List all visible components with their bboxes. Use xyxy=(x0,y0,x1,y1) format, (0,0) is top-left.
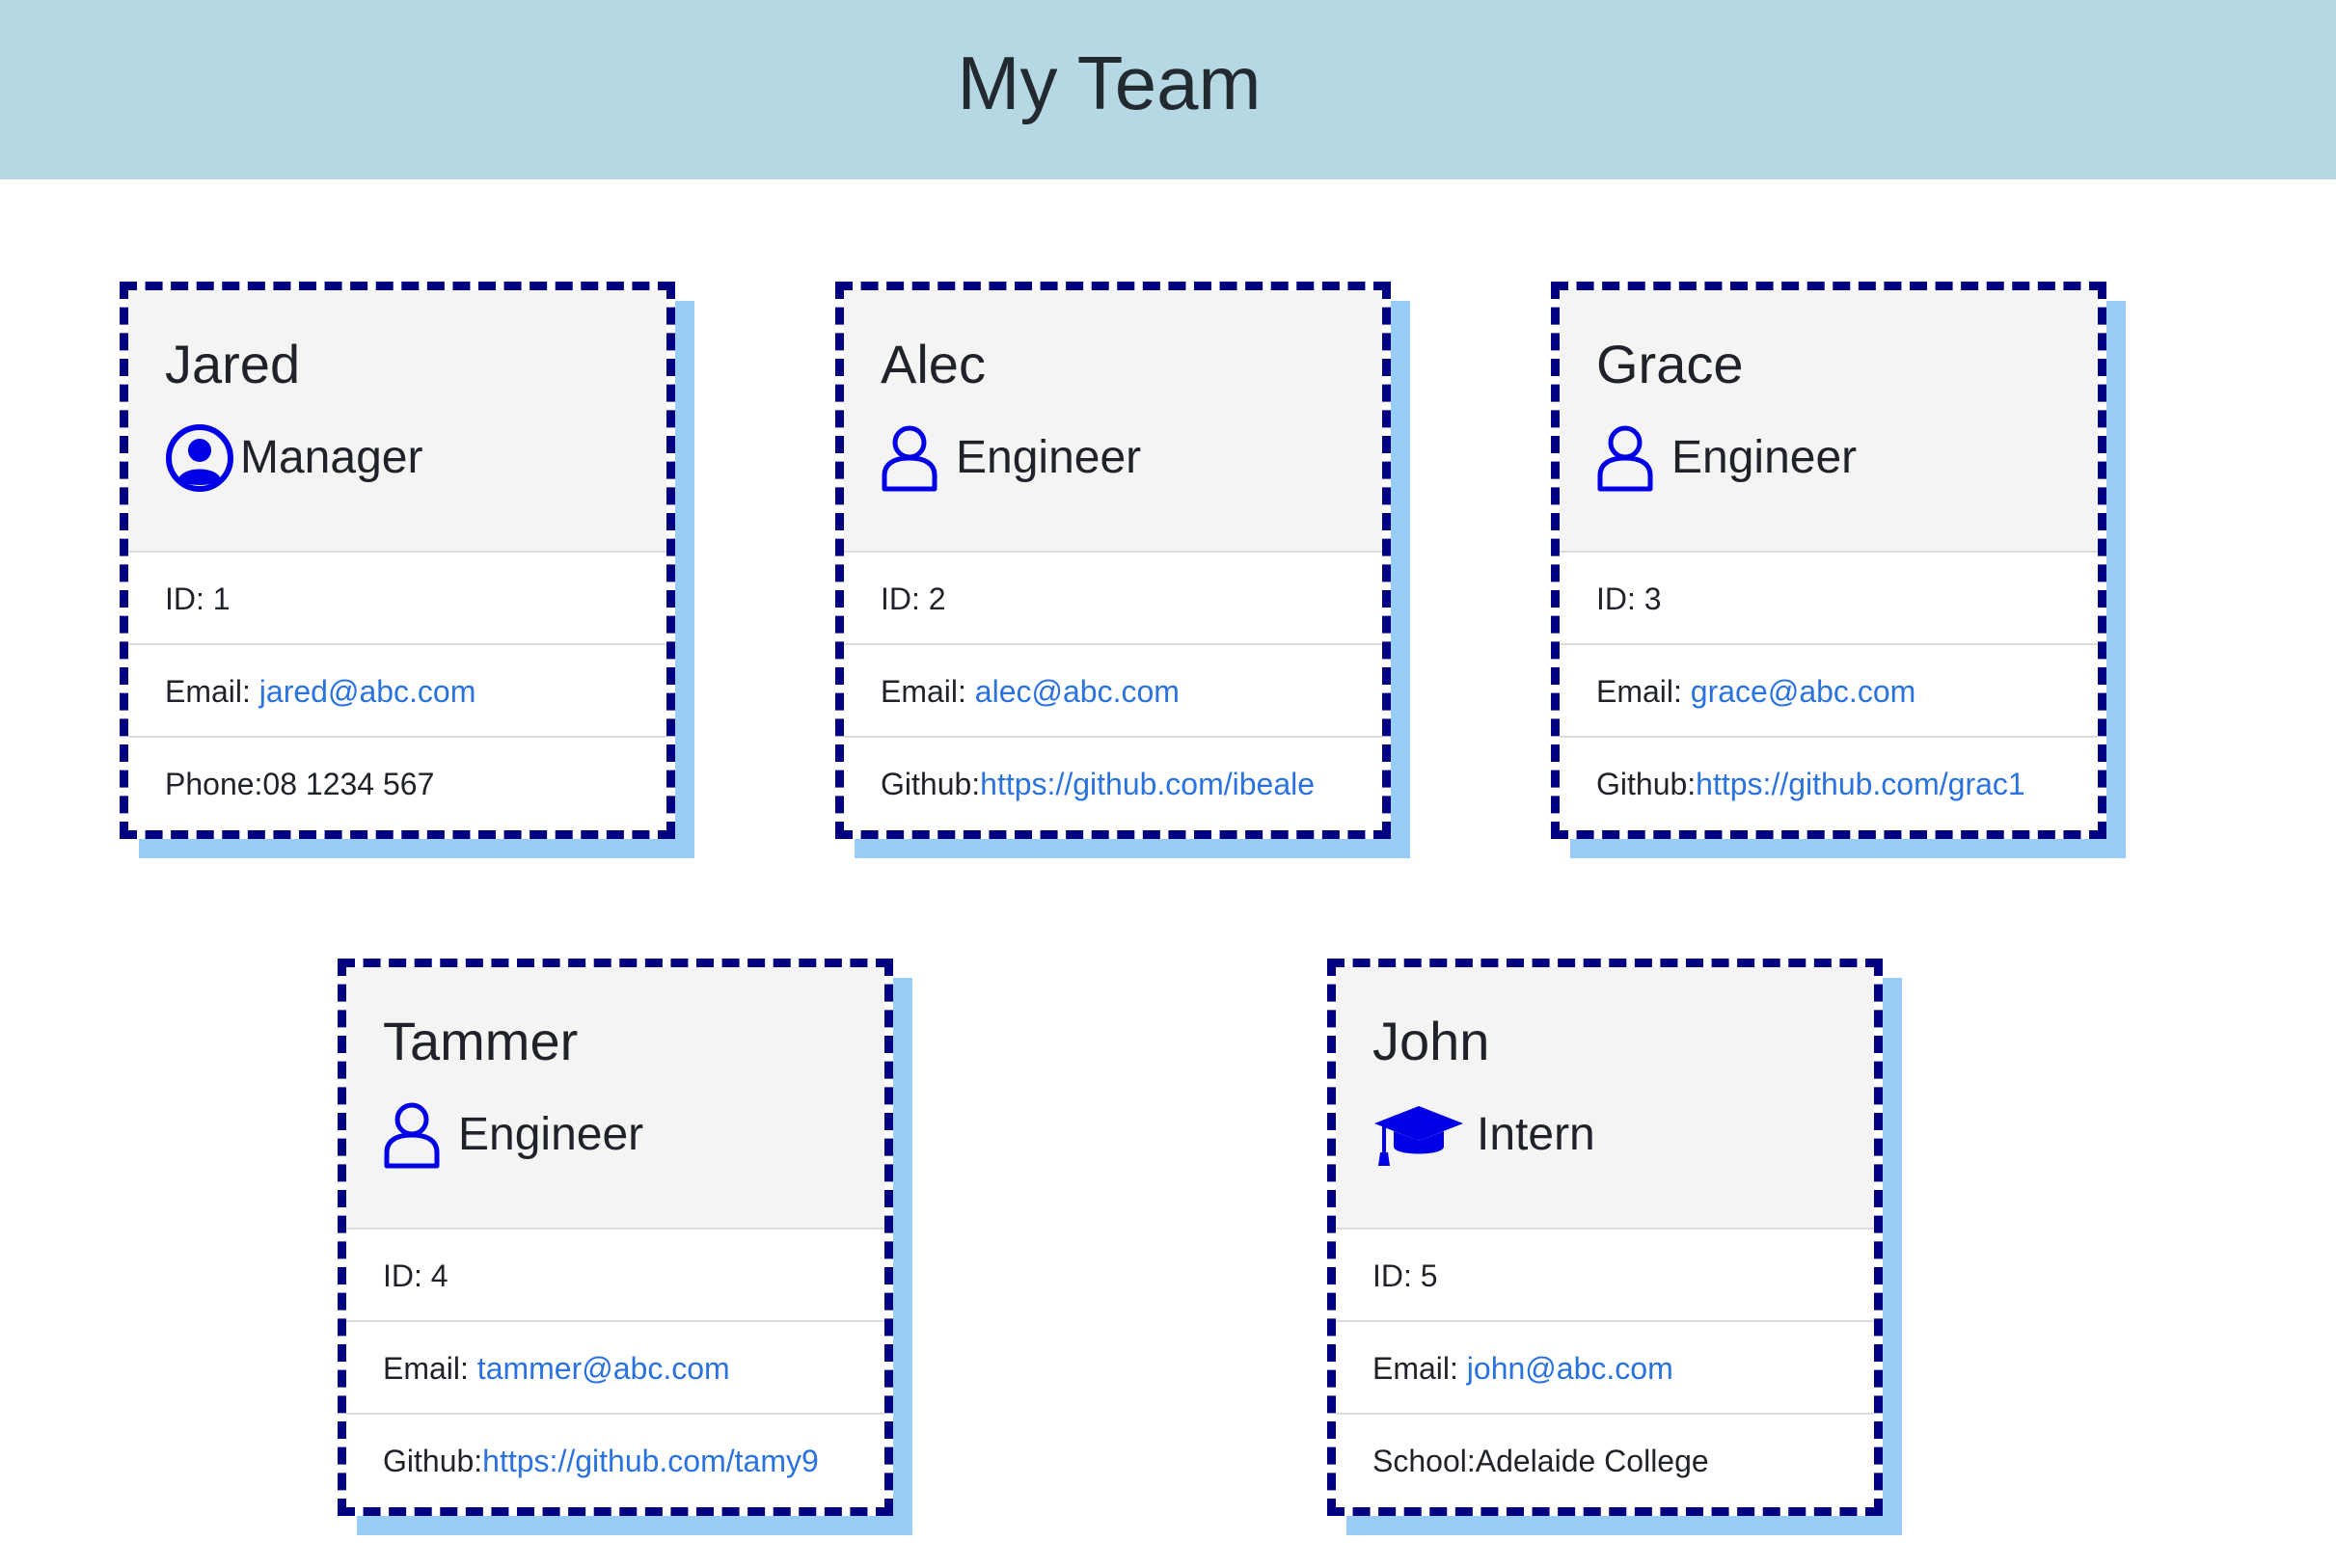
employee-name: Jared xyxy=(165,334,301,394)
user-circle-icon xyxy=(165,423,234,493)
role-label: Engineer xyxy=(458,1109,644,1160)
github-row: Github:https://github.com/tamy9 xyxy=(346,1415,884,1507)
employee-role: Engineer xyxy=(881,419,1382,497)
user-outline-icon xyxy=(881,423,950,493)
github-row: Github:https://github.com/grac1 xyxy=(1560,738,2098,830)
email-label: Email: xyxy=(1596,674,1691,709)
school-label: School: xyxy=(1372,1444,1476,1478)
github-label: Github: xyxy=(383,1444,483,1478)
email-label: Email: xyxy=(383,1351,477,1386)
school-value: Adelaide College xyxy=(1475,1444,1709,1478)
id-row: ID: 2 xyxy=(844,553,1382,645)
employee-card-grace: Grace Engineer ID: 3 Email: grace@abc.co… xyxy=(1551,282,2106,839)
github-label: Github: xyxy=(881,767,981,801)
employee-role: Manager xyxy=(165,419,666,497)
employee-role: Intern xyxy=(1372,1096,1874,1174)
employee-name: Alec xyxy=(881,334,986,394)
phone-label: Phone: xyxy=(165,767,263,801)
page-title: My Team xyxy=(957,41,1262,125)
email-row: Email: grace@abc.com xyxy=(1560,645,2098,738)
github-label: Github: xyxy=(1596,767,1697,801)
id-row: ID: 5 xyxy=(1336,1230,1874,1322)
employee-card-jared: Jared Manager ID: 1 Email: jared@abc.com… xyxy=(120,282,675,839)
graduation-cap-icon xyxy=(1372,1100,1465,1170)
github-link[interactable]: https://github.com/ibeale xyxy=(980,767,1315,801)
id-text: ID: 2 xyxy=(881,581,946,616)
id-text: ID: 1 xyxy=(165,581,231,616)
employee-card-tammer: Tammer Engineer ID: 4 Email: tammer@abc.… xyxy=(338,959,893,1516)
email-link[interactable]: jared@abc.com xyxy=(259,674,476,709)
employee-role: Engineer xyxy=(383,1096,884,1174)
id-text: ID: 4 xyxy=(383,1258,448,1293)
email-link[interactable]: john@abc.com xyxy=(1467,1351,1673,1386)
email-row: Email: john@abc.com xyxy=(1336,1322,1874,1415)
employee-card-john: John Intern ID: 5 Email: john@abc.com Sc… xyxy=(1327,959,1883,1516)
phone-value: 08 1234 567 xyxy=(262,767,435,801)
school-row: School:Adelaide College xyxy=(1336,1415,1874,1507)
phone-row: Phone:08 1234 567 xyxy=(128,738,666,830)
card-header: John Intern xyxy=(1336,967,1874,1230)
employee-name: Tammer xyxy=(383,1011,579,1071)
employee-name: John xyxy=(1372,1011,1490,1071)
employee-card-alec: Alec Engineer ID: 2 Email: alec@abc.com … xyxy=(835,282,1391,839)
email-label: Email: xyxy=(881,674,975,709)
role-label: Engineer xyxy=(956,432,1142,483)
id-text: ID: 5 xyxy=(1372,1258,1438,1293)
page-header: My Team xyxy=(0,0,2336,179)
card-header: Jared Manager xyxy=(128,290,666,553)
email-row: Email: tammer@abc.com xyxy=(346,1322,884,1415)
employee-name: Grace xyxy=(1596,334,1744,394)
github-row: Github:https://github.com/ibeale xyxy=(844,738,1382,830)
id-row: ID: 4 xyxy=(346,1230,884,1322)
email-link[interactable]: grace@abc.com xyxy=(1691,674,1915,709)
user-outline-icon xyxy=(1596,423,1666,493)
id-text: ID: 3 xyxy=(1596,581,1662,616)
role-label: Intern xyxy=(1477,1109,1595,1160)
email-row: Email: alec@abc.com xyxy=(844,645,1382,738)
id-row: ID: 1 xyxy=(128,553,666,645)
card-header: Grace Engineer xyxy=(1560,290,2098,553)
email-label: Email: xyxy=(165,674,259,709)
email-row: Email: jared@abc.com xyxy=(128,645,666,738)
email-label: Email: xyxy=(1372,1351,1467,1386)
email-link[interactable]: tammer@abc.com xyxy=(477,1351,730,1386)
github-link[interactable]: https://github.com/tamy9 xyxy=(482,1444,819,1478)
role-label: Manager xyxy=(240,432,423,483)
github-link[interactable]: https://github.com/grac1 xyxy=(1696,767,2025,801)
card-header: Tammer Engineer xyxy=(346,967,884,1230)
role-label: Engineer xyxy=(1671,432,1858,483)
employee-role: Engineer xyxy=(1596,419,2098,497)
id-row: ID: 3 xyxy=(1560,553,2098,645)
email-link[interactable]: alec@abc.com xyxy=(975,674,1180,709)
card-header: Alec Engineer xyxy=(844,290,1382,553)
user-outline-icon xyxy=(383,1100,452,1170)
